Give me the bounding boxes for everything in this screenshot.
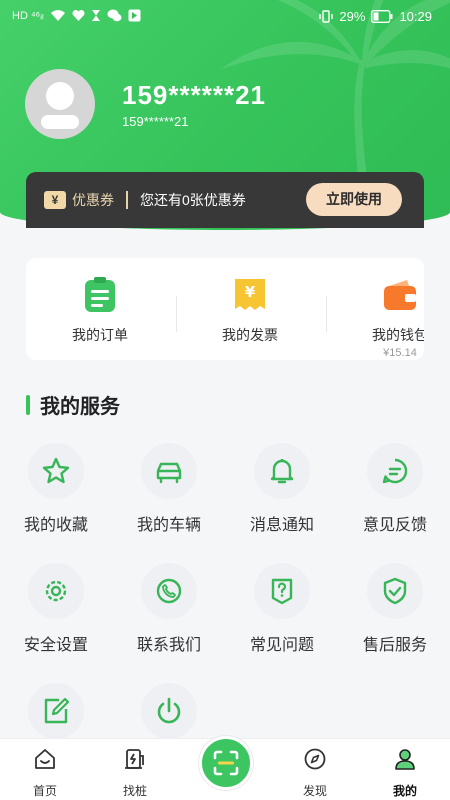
vibrate-icon [319,10,334,23]
network-indicator: HD ⁴⁶ᵢₗ [12,10,44,22]
nav-discover[interactable]: 发现 [280,747,350,799]
service-contact[interactable]: 联系我们 [124,563,214,655]
use-coupon-button[interactable]: 立即使用 [306,183,402,216]
bell-icon [270,459,294,484]
services-section-title: 我的服务 [26,390,120,419]
quick-item-invoices[interactable]: ¥ 我的发票 [200,276,300,345]
service-icon-circle [141,443,197,499]
edit-icon [44,697,70,724]
coupon-icon: ¥ [44,191,66,209]
nav-find-pile[interactable]: 找桩 [100,747,170,799]
avatar[interactable] [25,69,95,139]
service-label: 联系我们 [136,637,201,654]
wifi-icon [50,10,65,21]
wallet-balance: ¥15.14 [383,347,417,359]
nav-label: 发现 [302,784,327,798]
service-notifications[interactable]: 消息通知 [237,443,327,535]
quick-item-label: 我的发票 [222,327,278,343]
charging-pile-icon [125,749,144,769]
service-security[interactable]: 安全设置 [11,563,101,655]
hourglass-icon [91,10,100,21]
wechat-icon [107,9,122,22]
compass-icon [304,748,326,770]
divider [326,296,327,332]
service-icon-circle [141,563,197,619]
service-label: 常见问题 [249,637,314,654]
svg-text:¥: ¥ [245,283,256,301]
scan-icon [213,750,239,776]
gear-icon [45,580,67,602]
shield-icon [383,577,407,605]
user-icon [395,749,415,770]
divider [176,296,177,332]
service-vehicles[interactable]: 我的车辆 [124,443,214,535]
coupon-count-text: 您还有0张优惠券 [140,192,246,208]
nav-mine[interactable]: 我的 [370,747,440,799]
service-icon-circle [254,443,310,499]
service-icon-circle [28,683,84,739]
status-right: 29% 10:29 [319,9,432,24]
service-favorites[interactable]: 我的收藏 [11,443,101,535]
service-icon-circle [141,683,197,739]
service-icon-circle [367,563,423,619]
service-icon-circle [254,563,310,619]
quick-item-label: 我的订单 [72,327,128,343]
nav-home[interactable]: 首页 [10,747,80,799]
quick-item-label: 我的钱包 [372,327,424,343]
car-icon [156,462,182,484]
wallet-icon [384,280,416,310]
quick-item-orders[interactable]: 我的订单 [50,276,150,345]
status-left: HD ⁴⁶ᵢₗ [12,9,141,22]
section-accent-bar [26,394,30,415]
chat-icon [382,458,408,484]
nav-label: 找桩 [122,784,147,798]
nav-label: 首页 [32,784,57,798]
question-icon [271,578,293,605]
service-label: 我的车辆 [136,517,201,534]
order-icon [85,277,115,312]
heart-icon [72,9,85,21]
service-icon-circle [367,443,423,499]
service-label: 售后服务 [362,637,427,654]
service-icon-circle [28,443,84,499]
service-label: 意见反馈 [362,517,427,534]
nav-label: 我的 [392,784,417,798]
invoice-icon: ¥ [235,279,265,310]
scan-button[interactable] [199,736,253,790]
user-phone-sub: 159******21 [122,114,189,129]
service-faq[interactable]: 常见问题 [237,563,327,655]
service-after-sales[interactable]: 售后服务 [350,563,440,655]
default-avatar-icon [41,82,79,129]
battery-icon [371,10,393,23]
coupon-separator [126,191,128,209]
services-title: 我的服务 [40,396,120,418]
coupon-label: 优惠券 [72,192,114,208]
power-icon [157,697,181,724]
service-feedback[interactable]: 意见反馈 [350,443,440,535]
quick-actions-card: 我的订单 ¥ 我的发票 我的钱包 ¥15.14 [26,258,424,360]
service-label: 消息通知 [249,517,314,534]
status-bar: HD ⁴⁶ᵢₗ 29% 10:29 [0,0,450,34]
home-icon [35,749,55,769]
phone-icon [156,578,182,604]
app-notification-icon [128,9,141,22]
quick-item-wallet[interactable]: 我的钱包 ¥15.14 [350,276,424,359]
user-phone[interactable]: 159******21 [122,80,266,111]
service-icon-circle [28,563,84,619]
clock: 10:29 [399,9,432,24]
battery-percent: 29% [339,9,366,24]
star-icon [42,457,70,484]
service-label: 安全设置 [23,637,88,654]
service-label: 我的收藏 [23,517,88,534]
coupon-bar: ¥ 优惠券 您还有0张优惠券 立即使用 [26,172,424,228]
